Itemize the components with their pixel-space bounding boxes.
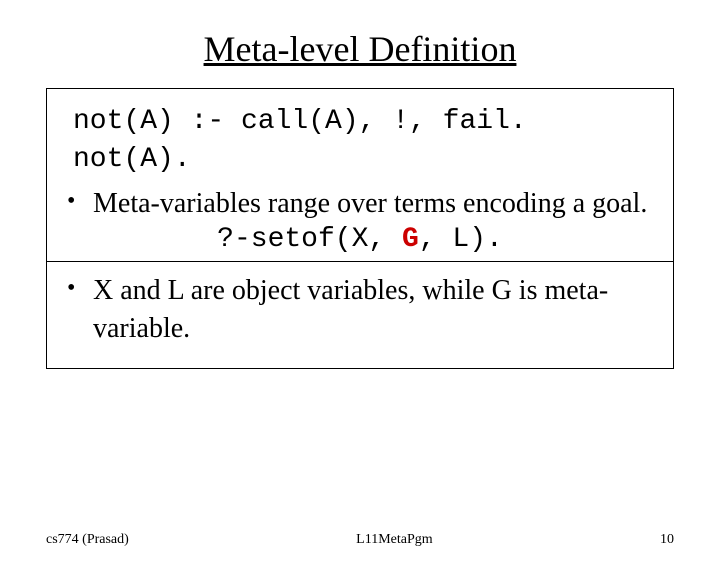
footer-left: cs774 (Prasad): [46, 532, 129, 548]
setof-prefix: ?-setof(X,: [217, 224, 402, 255]
slide-title: Meta-level Definition: [0, 28, 720, 70]
footer-right: 10: [660, 532, 674, 548]
setof-expression: ?-setof(X, G, L).: [67, 224, 653, 255]
bullet-2-text: X and L are object variables, while G is…: [93, 272, 653, 348]
divider: [47, 261, 673, 262]
setof-g: G: [402, 224, 419, 255]
code-line-1: not(A) :- call(A), !, fail.: [73, 103, 653, 141]
setof-suffix: , L).: [419, 224, 503, 255]
bullet-1-text: Meta-variables range over terms encoding…: [93, 185, 653, 223]
bullet-1: • Meta-variables range over terms encodi…: [67, 185, 653, 223]
content-box: not(A) :- call(A), !, fail. not(A). • Me…: [46, 88, 674, 369]
code-block: not(A) :- call(A), !, fail. not(A).: [73, 103, 653, 179]
bullet-mark: •: [67, 272, 93, 304]
bullet-2: • X and L are object variables, while G …: [67, 272, 653, 348]
code-line-2: not(A).: [73, 141, 653, 179]
footer: cs774 (Prasad) L11MetaPgm 10: [0, 532, 720, 548]
footer-center: L11MetaPgm: [356, 532, 432, 548]
bullet-mark: •: [67, 185, 93, 217]
slide: Meta-level Definition not(A) :- call(A),…: [0, 28, 720, 568]
